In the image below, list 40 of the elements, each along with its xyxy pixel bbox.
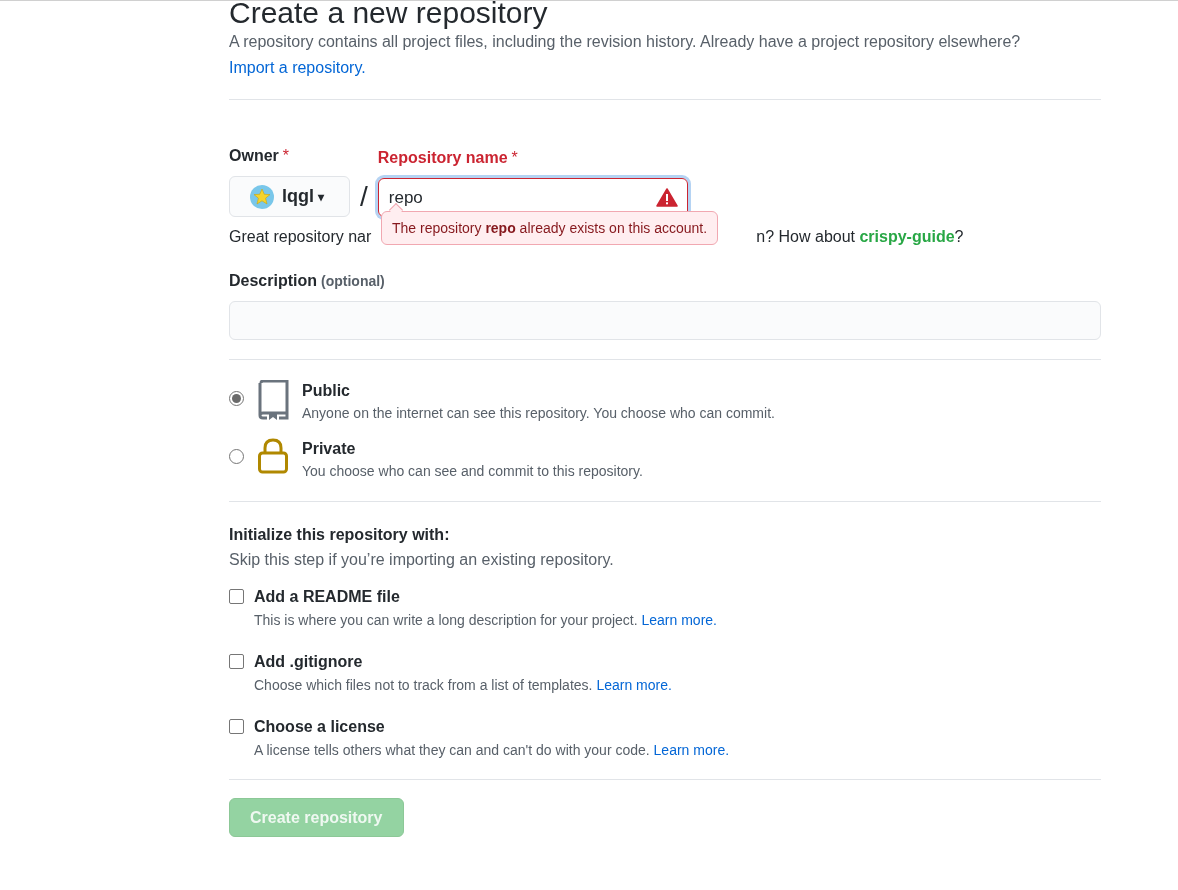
option-description: You choose who can see and commit to this repository. xyxy=(302,462,643,481)
optional-note: (optional) xyxy=(321,272,385,291)
import-link[interactable]: Import a repository. xyxy=(229,55,366,81)
learn-more-link[interactable]: Learn more. xyxy=(641,612,717,628)
caret-icon: ▾ xyxy=(318,187,324,206)
owner-dropdown[interactable]: lqgl ▾ xyxy=(229,176,350,217)
option-description: This is where you can write a long description for your project. Learn more. xyxy=(254,611,717,630)
section-subtitle: Skip this step if you’re importing an existing repository. xyxy=(229,550,615,570)
description-label: Description xyxy=(229,271,317,291)
suggestion-link[interactable]: crispy-guide xyxy=(859,228,955,245)
option-label: Private xyxy=(302,439,357,459)
radio-button[interactable] xyxy=(229,449,244,464)
required-mark: * xyxy=(511,148,518,168)
book-icon xyxy=(257,380,289,420)
required-mark: * xyxy=(282,146,290,166)
option-description: Anyone on the internet can see this repository. You choose who can commit. xyxy=(302,404,775,423)
description-field[interactable] xyxy=(229,301,1101,340)
option-description: Choose which files not to track from a list of templates. Learn more. xyxy=(254,676,672,695)
option-label: Public xyxy=(302,381,351,401)
avatar-icon xyxy=(250,184,274,209)
lock-icon xyxy=(257,438,289,474)
option-label: Add a README file xyxy=(254,587,401,607)
owner-label: Owner xyxy=(229,146,279,166)
checkbox[interactable] xyxy=(229,719,244,734)
option-label: Choose a license xyxy=(254,717,386,737)
option-description: A license tells others what they can and can't do with your code. Learn more. xyxy=(254,741,730,760)
checkbox[interactable] xyxy=(229,589,244,604)
checkbox[interactable] xyxy=(229,654,244,669)
name-hint-text: n? How about crispy-guide? xyxy=(756,227,964,247)
option-label: Add .gitignore xyxy=(254,652,364,672)
repository-name-label: Repository name xyxy=(377,148,508,168)
learn-more-link[interactable]: Learn more. xyxy=(596,677,672,693)
learn-more-link[interactable]: Learn more. xyxy=(653,742,730,758)
page-description: A repository contains all project files, including the revision history. Already have a project repository elsewhere? xyxy=(229,32,1022,52)
slash-separator: / xyxy=(360,180,368,214)
radio-button[interactable] xyxy=(229,391,244,406)
name-hint-text: Great repository nar xyxy=(229,227,372,247)
warning-icon xyxy=(655,188,678,207)
error-tooltip: The repository repo already exists on this account. xyxy=(381,211,719,245)
section-title: Initialize this repository with: xyxy=(229,525,451,545)
